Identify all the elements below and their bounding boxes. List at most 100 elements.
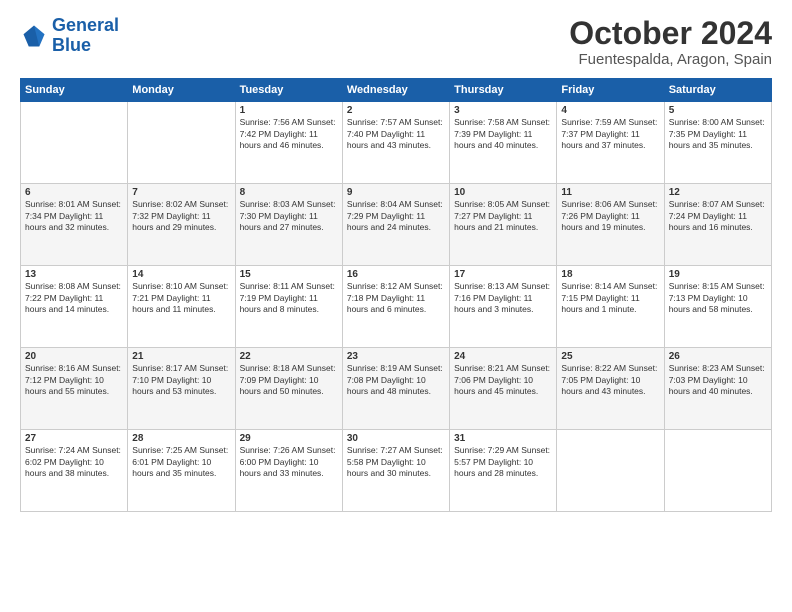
calendar-cell: 24Sunrise: 8:21 AM Sunset: 7:06 PM Dayli…	[450, 348, 557, 430]
calendar-cell: 12Sunrise: 8:07 AM Sunset: 7:24 PM Dayli…	[664, 184, 771, 266]
day-number: 30	[347, 433, 445, 444]
day-info: Sunrise: 8:15 AM Sunset: 7:13 PM Dayligh…	[669, 281, 767, 315]
header-wednesday: Wednesday	[342, 79, 449, 102]
day-number: 19	[669, 269, 767, 280]
day-info: Sunrise: 7:25 AM Sunset: 6:01 PM Dayligh…	[132, 445, 230, 479]
day-info: Sunrise: 8:18 AM Sunset: 7:09 PM Dayligh…	[240, 363, 338, 397]
header: General Blue October 2024 Fuentespalda, …	[20, 16, 772, 68]
header-thursday: Thursday	[450, 79, 557, 102]
day-info: Sunrise: 8:17 AM Sunset: 7:10 PM Dayligh…	[132, 363, 230, 397]
calendar-cell: 27Sunrise: 7:24 AM Sunset: 6:02 PM Dayli…	[21, 430, 128, 512]
day-info: Sunrise: 8:04 AM Sunset: 7:29 PM Dayligh…	[347, 199, 445, 233]
calendar-cell: 21Sunrise: 8:17 AM Sunset: 7:10 PM Dayli…	[128, 348, 235, 430]
header-tuesday: Tuesday	[235, 79, 342, 102]
day-number: 21	[132, 351, 230, 362]
day-number: 10	[454, 187, 552, 198]
day-info: Sunrise: 8:14 AM Sunset: 7:15 PM Dayligh…	[561, 281, 659, 315]
logo-line1: General	[52, 15, 119, 35]
day-info: Sunrise: 8:22 AM Sunset: 7:05 PM Dayligh…	[561, 363, 659, 397]
day-info: Sunrise: 8:21 AM Sunset: 7:06 PM Dayligh…	[454, 363, 552, 397]
day-info: Sunrise: 7:59 AM Sunset: 7:37 PM Dayligh…	[561, 117, 659, 151]
calendar-cell	[557, 430, 664, 512]
day-info: Sunrise: 8:23 AM Sunset: 7:03 PM Dayligh…	[669, 363, 767, 397]
day-number: 31	[454, 433, 552, 444]
calendar-cell: 8Sunrise: 8:03 AM Sunset: 7:30 PM Daylig…	[235, 184, 342, 266]
calendar-cell: 25Sunrise: 8:22 AM Sunset: 7:05 PM Dayli…	[557, 348, 664, 430]
day-number: 12	[669, 187, 767, 198]
day-number: 18	[561, 269, 659, 280]
calendar-header: Sunday Monday Tuesday Wednesday Thursday…	[21, 79, 772, 102]
day-number: 6	[25, 187, 123, 198]
day-info: Sunrise: 7:27 AM Sunset: 5:58 PM Dayligh…	[347, 445, 445, 479]
day-info: Sunrise: 8:00 AM Sunset: 7:35 PM Dayligh…	[669, 117, 767, 151]
day-info: Sunrise: 8:12 AM Sunset: 7:18 PM Dayligh…	[347, 281, 445, 315]
day-number: 1	[240, 105, 338, 116]
day-number: 27	[25, 433, 123, 444]
day-number: 20	[25, 351, 123, 362]
calendar-cell: 26Sunrise: 8:23 AM Sunset: 7:03 PM Dayli…	[664, 348, 771, 430]
day-info: Sunrise: 8:02 AM Sunset: 7:32 PM Dayligh…	[132, 199, 230, 233]
day-number: 22	[240, 351, 338, 362]
header-sunday: Sunday	[21, 79, 128, 102]
page: General Blue October 2024 Fuentespalda, …	[0, 0, 792, 612]
day-number: 25	[561, 351, 659, 362]
calendar-cell: 20Sunrise: 8:16 AM Sunset: 7:12 PM Dayli…	[21, 348, 128, 430]
logo-line2: Blue	[52, 35, 91, 55]
calendar-cell: 4Sunrise: 7:59 AM Sunset: 7:37 PM Daylig…	[557, 102, 664, 184]
title-block: October 2024 Fuentespalda, Aragon, Spain	[569, 16, 772, 68]
day-number: 4	[561, 105, 659, 116]
day-number: 14	[132, 269, 230, 280]
day-info: Sunrise: 7:26 AM Sunset: 6:00 PM Dayligh…	[240, 445, 338, 479]
calendar-cell: 13Sunrise: 8:08 AM Sunset: 7:22 PM Dayli…	[21, 266, 128, 348]
calendar-cell: 22Sunrise: 8:18 AM Sunset: 7:09 PM Dayli…	[235, 348, 342, 430]
calendar-cell: 15Sunrise: 8:11 AM Sunset: 7:19 PM Dayli…	[235, 266, 342, 348]
day-info: Sunrise: 8:19 AM Sunset: 7:08 PM Dayligh…	[347, 363, 445, 397]
calendar-cell: 14Sunrise: 8:10 AM Sunset: 7:21 PM Dayli…	[128, 266, 235, 348]
day-number: 2	[347, 105, 445, 116]
calendar-week-row: 27Sunrise: 7:24 AM Sunset: 6:02 PM Dayli…	[21, 430, 772, 512]
day-number: 16	[347, 269, 445, 280]
header-monday: Monday	[128, 79, 235, 102]
calendar-cell	[128, 102, 235, 184]
day-info: Sunrise: 8:13 AM Sunset: 7:16 PM Dayligh…	[454, 281, 552, 315]
logo: General Blue	[20, 16, 119, 56]
calendar-week-row: 13Sunrise: 8:08 AM Sunset: 7:22 PM Dayli…	[21, 266, 772, 348]
day-info: Sunrise: 7:29 AM Sunset: 5:57 PM Dayligh…	[454, 445, 552, 479]
calendar-cell: 10Sunrise: 8:05 AM Sunset: 7:27 PM Dayli…	[450, 184, 557, 266]
calendar-body: 1Sunrise: 7:56 AM Sunset: 7:42 PM Daylig…	[21, 102, 772, 512]
calendar-table: Sunday Monday Tuesday Wednesday Thursday…	[20, 78, 772, 512]
day-info: Sunrise: 7:56 AM Sunset: 7:42 PM Dayligh…	[240, 117, 338, 151]
day-number: 24	[454, 351, 552, 362]
day-number: 9	[347, 187, 445, 198]
calendar-subtitle: Fuentespalda, Aragon, Spain	[569, 51, 772, 68]
calendar-cell: 6Sunrise: 8:01 AM Sunset: 7:34 PM Daylig…	[21, 184, 128, 266]
calendar-cell: 1Sunrise: 7:56 AM Sunset: 7:42 PM Daylig…	[235, 102, 342, 184]
calendar-week-row: 6Sunrise: 8:01 AM Sunset: 7:34 PM Daylig…	[21, 184, 772, 266]
day-info: Sunrise: 8:05 AM Sunset: 7:27 PM Dayligh…	[454, 199, 552, 233]
logo-icon	[20, 22, 48, 50]
calendar-cell: 19Sunrise: 8:15 AM Sunset: 7:13 PM Dayli…	[664, 266, 771, 348]
calendar-cell: 2Sunrise: 7:57 AM Sunset: 7:40 PM Daylig…	[342, 102, 449, 184]
day-number: 23	[347, 351, 445, 362]
calendar-cell	[664, 430, 771, 512]
day-number: 7	[132, 187, 230, 198]
day-number: 28	[132, 433, 230, 444]
calendar-cell: 18Sunrise: 8:14 AM Sunset: 7:15 PM Dayli…	[557, 266, 664, 348]
day-info: Sunrise: 8:06 AM Sunset: 7:26 PM Dayligh…	[561, 199, 659, 233]
day-number: 17	[454, 269, 552, 280]
day-info: Sunrise: 7:58 AM Sunset: 7:39 PM Dayligh…	[454, 117, 552, 151]
calendar-cell: 30Sunrise: 7:27 AM Sunset: 5:58 PM Dayli…	[342, 430, 449, 512]
calendar-cell: 16Sunrise: 8:12 AM Sunset: 7:18 PM Dayli…	[342, 266, 449, 348]
calendar-cell: 5Sunrise: 8:00 AM Sunset: 7:35 PM Daylig…	[664, 102, 771, 184]
calendar-cell: 31Sunrise: 7:29 AM Sunset: 5:57 PM Dayli…	[450, 430, 557, 512]
header-friday: Friday	[557, 79, 664, 102]
day-info: Sunrise: 8:01 AM Sunset: 7:34 PM Dayligh…	[25, 199, 123, 233]
calendar-cell: 23Sunrise: 8:19 AM Sunset: 7:08 PM Dayli…	[342, 348, 449, 430]
weekday-header-row: Sunday Monday Tuesday Wednesday Thursday…	[21, 79, 772, 102]
day-number: 29	[240, 433, 338, 444]
day-info: Sunrise: 8:16 AM Sunset: 7:12 PM Dayligh…	[25, 363, 123, 397]
calendar-cell: 9Sunrise: 8:04 AM Sunset: 7:29 PM Daylig…	[342, 184, 449, 266]
calendar-cell: 3Sunrise: 7:58 AM Sunset: 7:39 PM Daylig…	[450, 102, 557, 184]
calendar-cell: 7Sunrise: 8:02 AM Sunset: 7:32 PM Daylig…	[128, 184, 235, 266]
calendar-cell: 17Sunrise: 8:13 AM Sunset: 7:16 PM Dayli…	[450, 266, 557, 348]
